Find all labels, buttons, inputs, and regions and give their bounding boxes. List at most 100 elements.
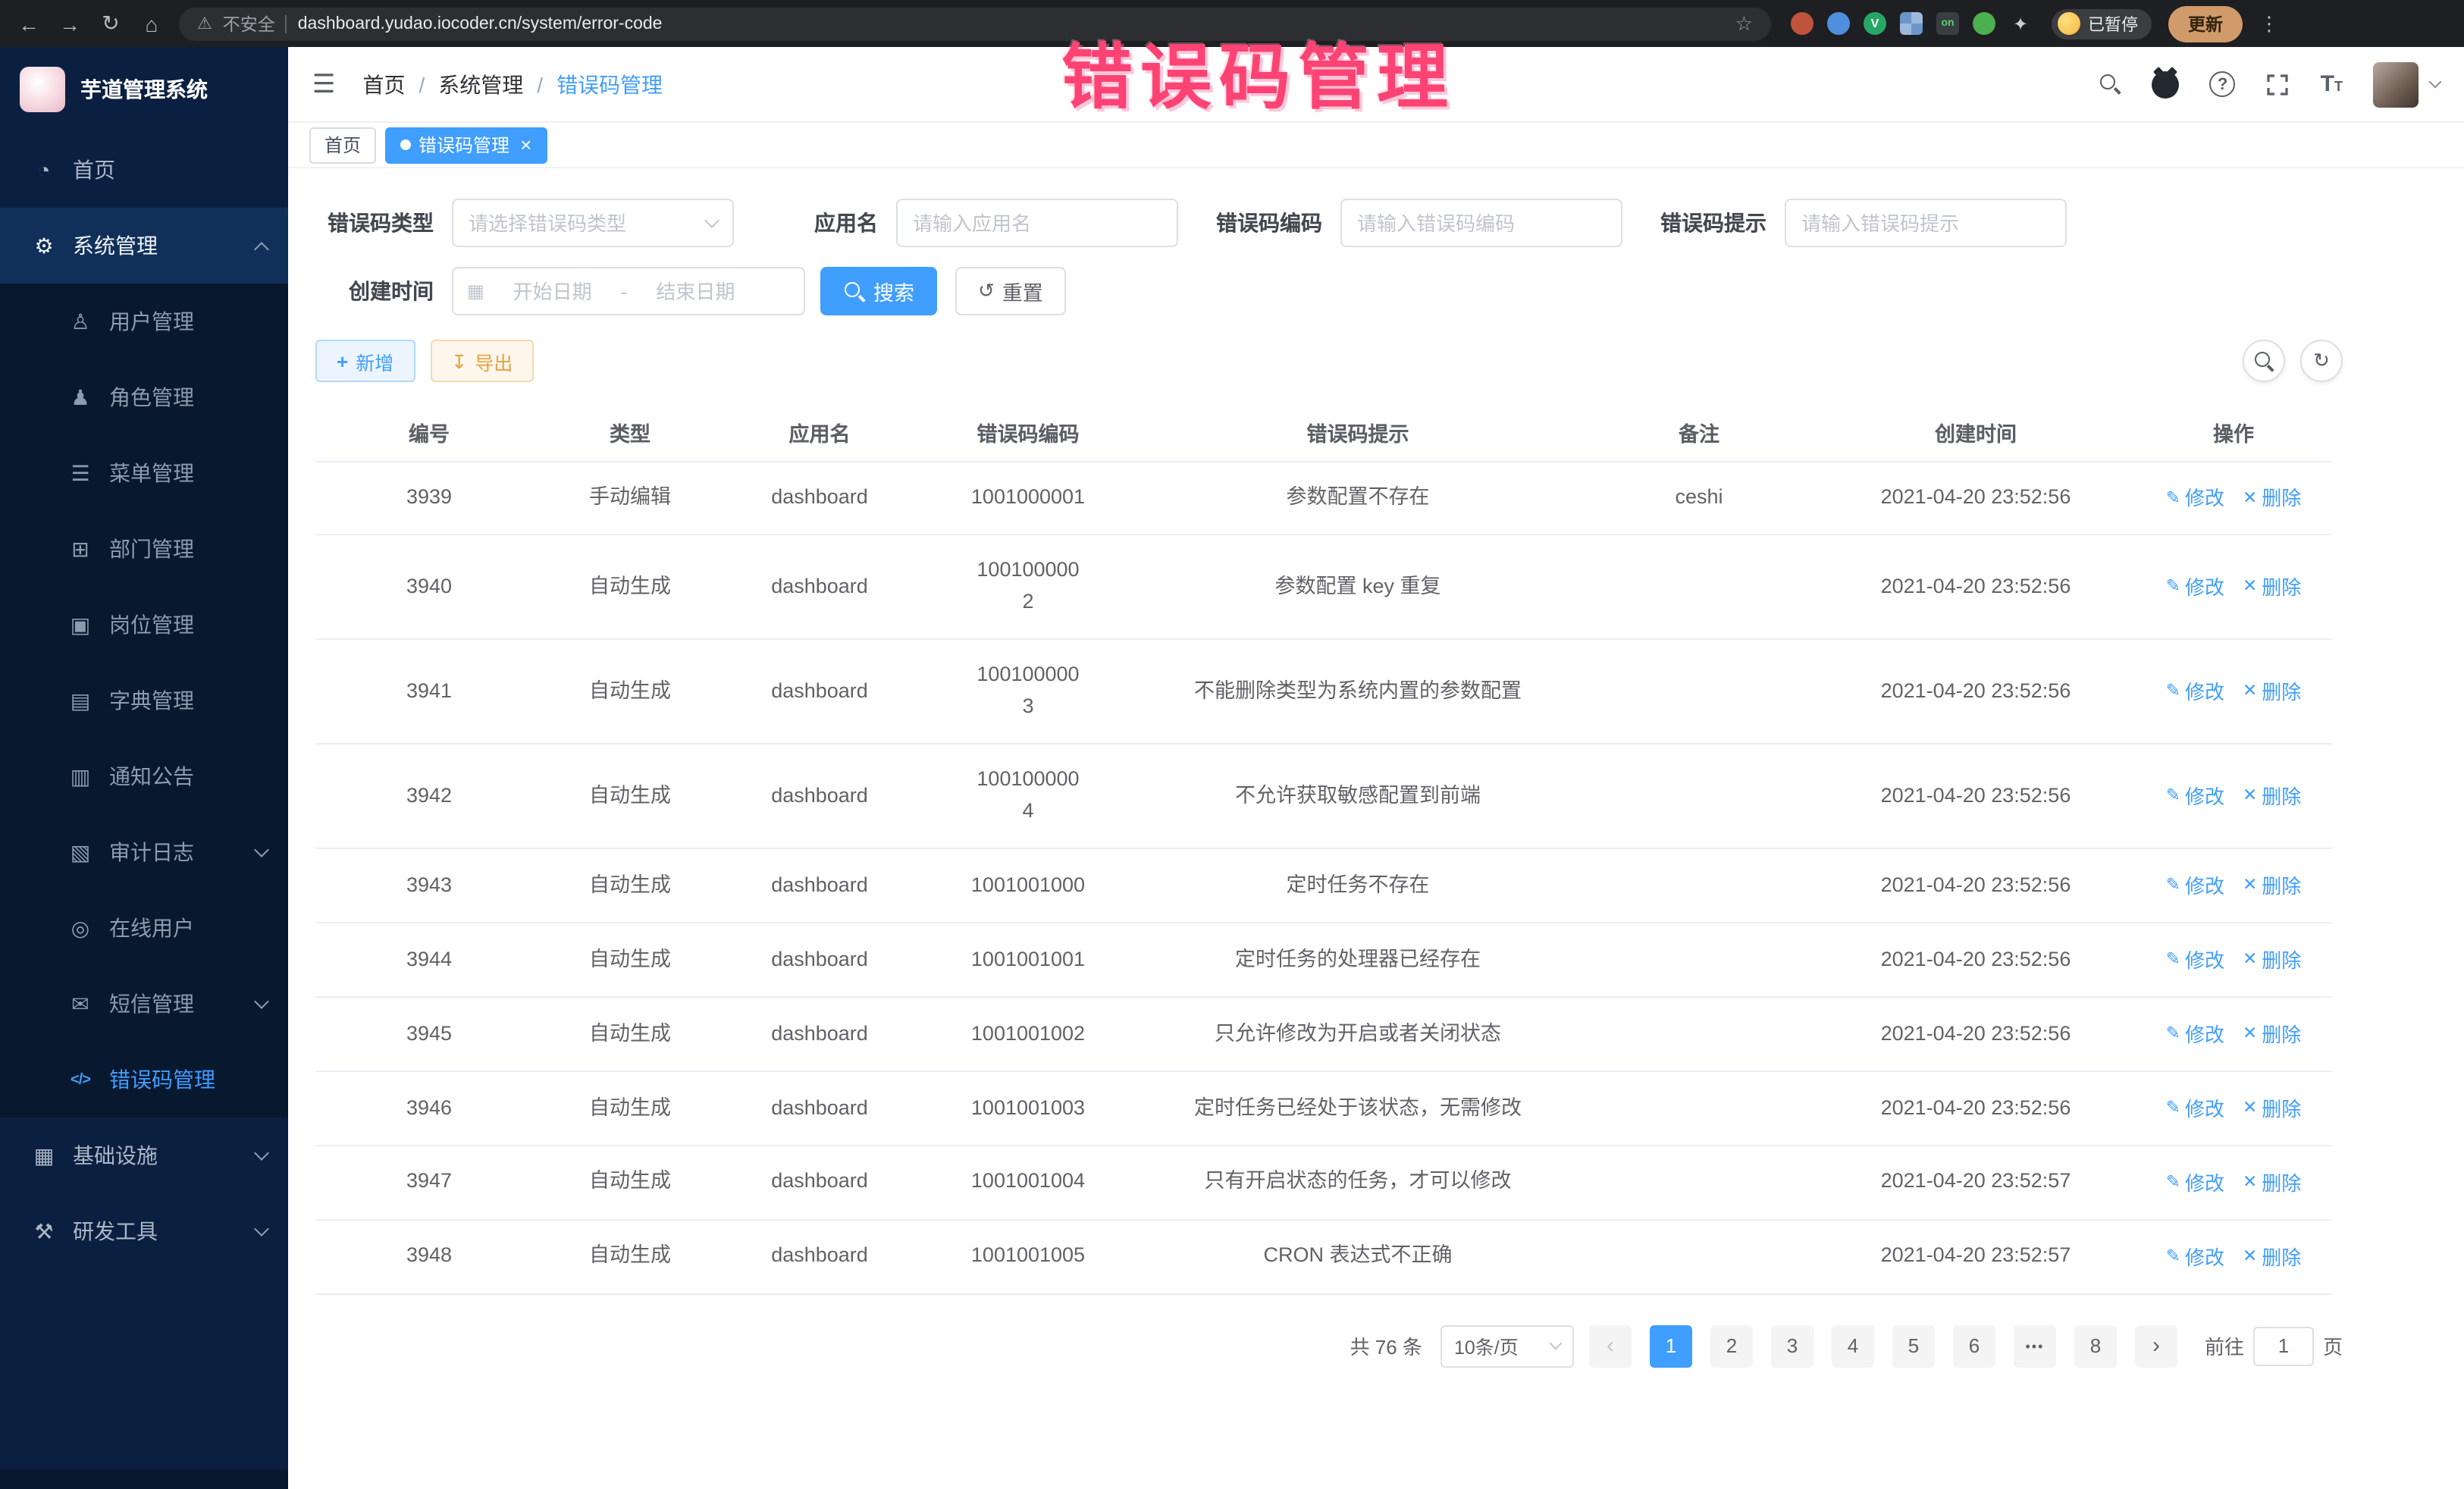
page-button-6[interactable]: 6 [1953, 1325, 1995, 1368]
sidebar-item-dict[interactable]: ▤字典管理 [0, 663, 288, 738]
chevron-down-icon[interactable] [2429, 76, 2442, 89]
filter-field[interactable] [469, 212, 717, 234]
ext-on-icon[interactable]: on [1936, 12, 1959, 35]
delete-link[interactable]: ✕删除 [2243, 484, 2301, 515]
edit-link[interactable]: ✎修改 [2166, 1243, 2224, 1274]
edit-link[interactable]: ✎修改 [2166, 1020, 2224, 1051]
help-icon[interactable]: ? [2210, 71, 2236, 97]
search-icon[interactable] [2099, 73, 2122, 96]
filter-field[interactable] [1357, 212, 1606, 234]
browser-profile-badge[interactable]: 已暂停 [2052, 8, 2152, 39]
edit-link[interactable]: ✎修改 [2166, 1095, 2224, 1125]
page-button-1[interactable]: 1 [1650, 1325, 1692, 1368]
sidebar-item-sms[interactable]: ✉短信管理 [0, 966, 288, 1042]
github-icon[interactable] [2152, 71, 2180, 98]
fullscreen-icon[interactable] [2266, 72, 2290, 96]
edit-icon: ✎ [2166, 1022, 2180, 1049]
sidebar-item-notice[interactable]: ▥通知公告 [0, 738, 288, 814]
cell-memo: ceshi [1582, 461, 1817, 535]
ext-red-icon[interactable] [1791, 12, 1814, 35]
sidebar-item-tool[interactable]: ⚒研发工具 [0, 1193, 288, 1269]
sidebar-item-role[interactable]: ♟角色管理 [0, 359, 288, 435]
edit-link[interactable]: ✎修改 [2166, 1169, 2224, 1199]
delete-link[interactable]: ✕删除 [2243, 946, 2301, 976]
breadcrumb-item[interactable]: 系统管理 [438, 69, 523, 99]
ext-leaf-icon[interactable] [1973, 12, 1995, 35]
sidebar-item-dept[interactable]: ⊞部门管理 [0, 511, 288, 587]
sidebar-item-post[interactable]: ▣岗位管理 [0, 587, 288, 663]
user-avatar[interactable] [2373, 61, 2419, 107]
delete-link[interactable]: ✕删除 [2243, 1169, 2301, 1199]
browser-home-button[interactable]: ⌂ [138, 11, 165, 36]
browser-back-button[interactable]: ← [15, 11, 42, 36]
browser-update-button[interactable]: 更新 [2168, 5, 2243, 42]
sidebar-item-online[interactable]: ◎在线用户 [0, 890, 288, 966]
page-button-5[interactable]: 5 [1892, 1325, 1935, 1368]
export-button[interactable]: ↧ 导出 [430, 340, 534, 382]
delete-link[interactable]: ✕删除 [2243, 1243, 2301, 1274]
page-button-4[interactable]: 4 [1832, 1325, 1874, 1368]
reset-button[interactable]: ↺ 重置 [955, 267, 1066, 315]
tab-首页[interactable]: 首页 [309, 127, 376, 163]
sidebar-item-system[interactable]: ⚙系统管理 [0, 208, 288, 284]
prev-page-button[interactable]: ‹ [1589, 1325, 1632, 1368]
filter-label: 应用名 [760, 208, 896, 238]
filter-input[interactable] [1785, 199, 2067, 247]
goto-page-input[interactable] [2253, 1327, 2314, 1366]
sidebar-item-home[interactable]: ◔首页 [0, 132, 288, 208]
toggle-search-button[interactable] [2243, 340, 2285, 382]
page-button-8[interactable]: 8 [2074, 1325, 2117, 1368]
filter-field[interactable] [913, 212, 1161, 234]
ext-grid-icon[interactable] [1900, 12, 1923, 35]
dict-icon: ▤ [67, 688, 94, 713]
browser-menu-icon[interactable]: ⋮ [2256, 11, 2282, 36]
edit-icon: ✎ [2166, 873, 2180, 901]
edit-link[interactable]: ✎修改 [2166, 484, 2224, 515]
delete-link[interactable]: ✕删除 [2243, 1020, 2301, 1051]
delete-link[interactable]: ✕删除 [2243, 782, 2301, 813]
search-button[interactable]: 搜索 [820, 267, 937, 315]
edit-link[interactable]: ✎修改 [2166, 574, 2224, 604]
browser-reload-button[interactable]: ↻ [97, 11, 124, 36]
filter-select[interactable] [452, 199, 734, 247]
sidebar-item-menu[interactable]: ☰菜单管理 [0, 435, 288, 511]
bookmark-star-icon[interactable]: ☆ [1735, 11, 1753, 36]
ext-v-icon[interactable]: V [1864, 12, 1886, 35]
date-range-picker[interactable]: ▦ - [452, 267, 805, 315]
address-bar[interactable]: ⚠ 不安全 dashboard.yudao.iocoder.cn/system/… [179, 7, 1771, 40]
filter-field[interactable] [1801, 212, 2050, 234]
edit-link[interactable]: ✎修改 [2166, 946, 2224, 976]
font-size-icon[interactable]: T [2321, 71, 2343, 97]
browser-forward-button[interactable]: → [56, 11, 83, 36]
column-header: 备注 [1582, 403, 1817, 461]
filter-input[interactable] [1340, 199, 1622, 247]
page-size-select[interactable]: 10条/页 [1440, 1325, 1574, 1368]
ext-blue-icon[interactable] [1827, 12, 1850, 35]
start-date-input[interactable] [492, 280, 613, 303]
filter-input[interactable] [896, 199, 1178, 247]
delete-link[interactable]: ✕删除 [2243, 678, 2301, 708]
breadcrumb-item[interactable]: 首页 [363, 69, 406, 99]
sidebar-logo[interactable]: 芋道管理系统 [0, 47, 288, 132]
collapse-sidebar-icon[interactable]: ☰ [312, 69, 336, 99]
edit-link[interactable]: ✎修改 [2166, 782, 2224, 813]
sidebar-item-infra[interactable]: ▦基础设施 [0, 1118, 288, 1193]
refresh-button[interactable]: ↻ [2300, 340, 2343, 382]
close-icon[interactable]: × [520, 135, 531, 155]
sidebar-item-user[interactable]: ♙用户管理 [0, 284, 288, 359]
edit-link[interactable]: ✎修改 [2166, 678, 2224, 708]
sidebar-item-errorcode[interactable]: </>错误码管理 [0, 1042, 288, 1118]
add-button[interactable]: + 新增 [315, 340, 415, 382]
end-date-input[interactable] [635, 280, 756, 303]
next-page-button[interactable]: › [2135, 1325, 2177, 1368]
page-button-3[interactable]: 3 [1771, 1325, 1814, 1368]
tab-错误码管理[interactable]: 错误码管理× [385, 127, 547, 163]
sidebar-item-auditlog[interactable]: ▧审计日志 [0, 814, 288, 890]
edit-link[interactable]: ✎修改 [2166, 872, 2224, 902]
delete-link[interactable]: ✕删除 [2243, 872, 2301, 902]
ext-paw-icon[interactable]: ✦ [2009, 12, 2032, 35]
page-button-•••[interactable]: ••• [2014, 1325, 2056, 1368]
delete-link[interactable]: ✕删除 [2243, 1095, 2301, 1125]
delete-link[interactable]: ✕删除 [2243, 574, 2301, 604]
page-button-2[interactable]: 2 [1710, 1325, 1753, 1368]
